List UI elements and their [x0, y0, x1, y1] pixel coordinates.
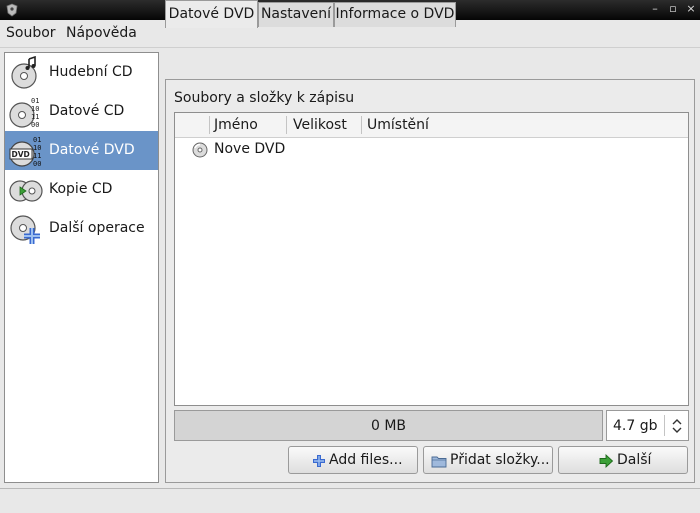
close-button[interactable]: × — [684, 2, 698, 16]
size-progress-bar: 0 MB — [174, 410, 603, 441]
tree-header: Jméno Velikost Umístění — [175, 113, 688, 138]
next-button[interactable]: Další — [558, 446, 688, 474]
sidebar-item-label: Další operace — [49, 220, 145, 236]
add-folders-button[interactable]: Přidat složky... — [423, 446, 553, 474]
next-label: Další — [617, 452, 652, 468]
music-cd-icon — [11, 56, 37, 89]
svg-text:DVD: DVD — [12, 150, 30, 159]
sidebar-item-label: Hudební CD — [49, 64, 133, 80]
column-separator — [209, 116, 210, 134]
copy-cd-icon — [9, 180, 43, 202]
other-operations-icon — [10, 215, 40, 244]
progress-text: 0 MB — [370, 418, 407, 434]
maximize-button[interactable]: ▫ — [666, 2, 680, 16]
svg-text:10: 10 — [31, 105, 39, 113]
file-tree[interactable]: Jméno Velikost Umístění Nove DVD — [174, 112, 689, 406]
combo-separator — [664, 415, 665, 436]
menu-soubor[interactable]: Soubor — [6, 25, 56, 41]
disc-size-select[interactable]: 4.7 gb — [606, 410, 689, 441]
up-down-arrows-icon — [672, 419, 682, 433]
add-files-button[interactable]: Add files... — [288, 446, 418, 474]
column-header-velikost[interactable]: Velikost — [293, 117, 347, 133]
sidebar-item-data-dvd[interactable]: DVD 01 10 11 00 Datové DVD — [5, 131, 158, 170]
tree-row-name: Nove DVD — [214, 141, 286, 157]
disc-icon — [192, 142, 208, 158]
sidebar-item-copy-cd[interactable]: Kopie CD — [5, 170, 158, 209]
column-header-jmeno[interactable]: Jméno — [214, 117, 258, 133]
column-separator — [361, 116, 362, 134]
add-files-label: Add files... — [329, 452, 403, 468]
svg-text:01: 01 — [33, 136, 41, 144]
data-dvd-icon: DVD 01 10 11 00 — [9, 136, 41, 168]
arrow-right-icon — [599, 453, 614, 469]
svg-text:10: 10 — [33, 144, 41, 152]
tab-datove-dvd[interactable]: Datové DVD — [165, 0, 258, 28]
folder-icon — [431, 456, 447, 468]
svg-text:11: 11 — [31, 113, 39, 121]
sidebar-item-data-cd[interactable]: 01 10 11 00 Datové CD — [5, 92, 158, 131]
sidebar-item-music-cd[interactable]: Hudební CD — [5, 53, 158, 92]
svg-text:01: 01 — [31, 97, 39, 105]
section-label: Soubory a složky k zápisu — [174, 90, 355, 106]
statusbar — [0, 488, 700, 513]
column-header-umisteni[interactable]: Umístění — [367, 117, 429, 133]
tree-row[interactable]: Nove DVD — [175, 139, 688, 161]
sidebar-item-label: Kopie CD — [49, 181, 113, 197]
column-separator — [286, 116, 287, 134]
menu-napoveda[interactable]: Nápověda — [66, 25, 137, 41]
tab-nastaveni[interactable]: Nastavení — [258, 2, 334, 27]
sidebar-item-other-operations[interactable]: Další operace — [5, 209, 158, 248]
sidebar-item-label: Datové DVD — [49, 142, 135, 158]
tab-informace-o-dvd[interactable]: Informace o DVD — [334, 2, 456, 27]
svg-text:00: 00 — [31, 121, 39, 129]
plus-icon — [313, 455, 325, 467]
data-cd-icon: 01 10 11 00 — [9, 97, 39, 129]
svg-text:11: 11 — [33, 152, 41, 160]
svg-text:00: 00 — [33, 160, 41, 168]
sidebar-item-label: Datové CD — [49, 103, 125, 119]
disc-size-value: 4.7 gb — [613, 418, 658, 434]
sidebar: Hudební CD 01 10 11 00 Datové CD DVD 01 … — [4, 52, 159, 483]
minimize-button[interactable]: – — [648, 2, 662, 16]
add-folders-label: Přidat složky... — [450, 452, 550, 468]
